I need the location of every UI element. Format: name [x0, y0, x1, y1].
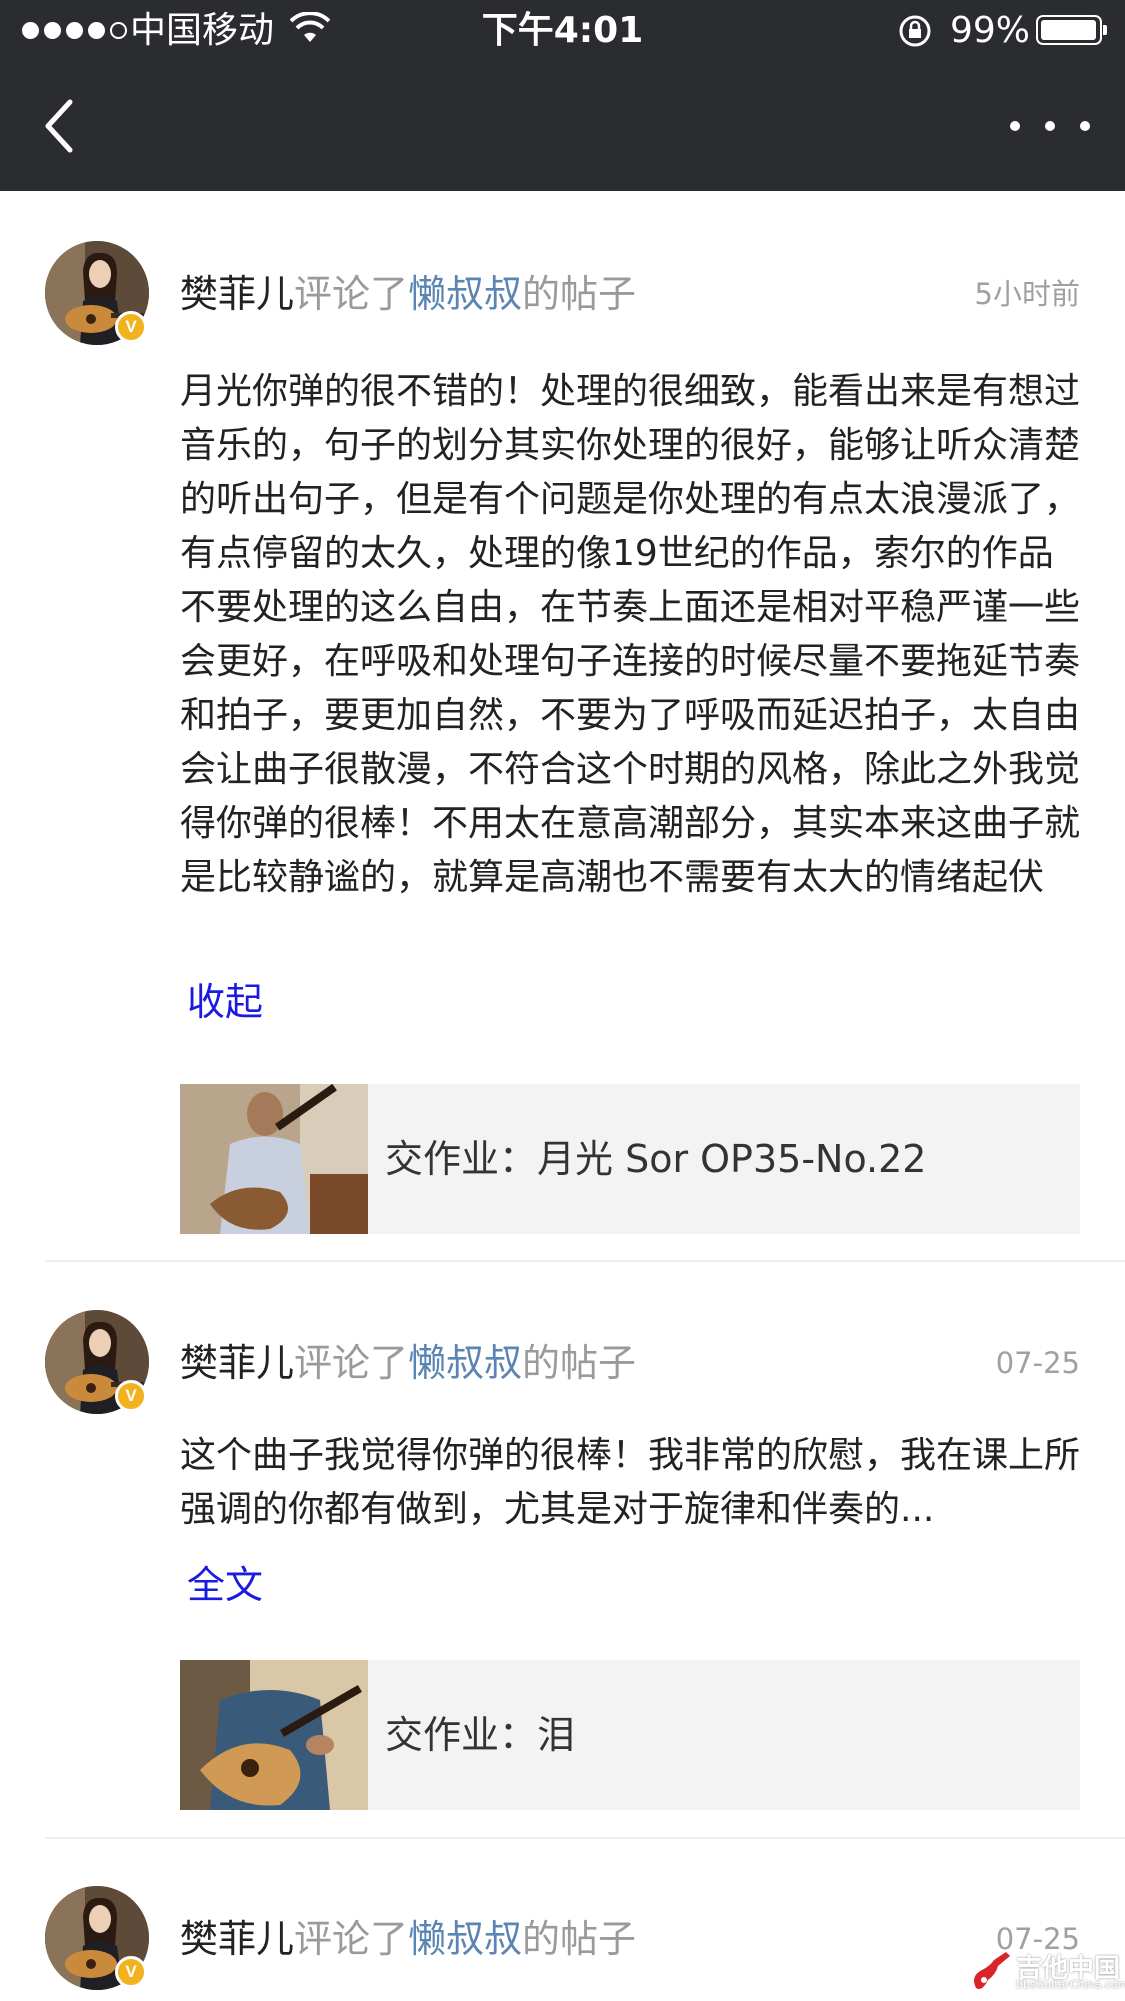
- more-dots-icon[interactable]: [1010, 114, 1090, 138]
- action-text: 评论了: [294, 1341, 409, 1385]
- suffix-text: 的帖子: [522, 1341, 637, 1385]
- comment-header: 樊菲儿评论了懒叔叔的帖子: [180, 1914, 636, 1964]
- comment-time: 5小时前: [974, 277, 1080, 311]
- post-author-link[interactable]: 懒叔叔: [408, 1917, 522, 1961]
- comment-item: V 樊菲儿评论了懒叔叔的帖子 07-25: [0, 1838, 1125, 2001]
- comment-item: V 樊菲儿评论了懒叔叔的帖子 07-25 这个曲子我觉得你弹的很棒！我非常的欣慰…: [0, 1262, 1125, 1839]
- comment-text: 这个曲子我觉得你弹的很棒！我非常的欣慰，我在课上所强调的你都有做到，尤其是对于旋…: [180, 1435, 1081, 1530]
- comment-header: 樊菲儿评论了懒叔叔的帖子: [180, 269, 636, 319]
- watermark-logo: 吉他中国 bbsGuitarChina.com: [968, 1948, 1125, 1996]
- post-author-link[interactable]: 懒叔叔: [408, 1341, 522, 1385]
- commenter-name[interactable]: 樊菲儿: [180, 1917, 294, 1961]
- rotation-lock-icon: [899, 15, 931, 47]
- status-bar: 中国移动 下午4:01 99%: [0, 0, 1125, 62]
- battery-percent: 99%: [950, 10, 1031, 51]
- comment-item: V 樊菲儿评论了懒叔叔的帖子 5小时前 月光你弹的很不错的！处理的很细致，能看出…: [0, 191, 1125, 1262]
- guitar-logo-icon: [974, 1952, 1010, 1989]
- top-bar: 中国移动 下午4:01 99%: [0, 0, 1125, 191]
- suffix-text: 的帖子: [522, 1917, 637, 1961]
- verified-badge-icon: V: [115, 1380, 147, 1412]
- post-thumbnail: [180, 1084, 368, 1234]
- post-author-link[interactable]: 懒叔叔: [408, 272, 522, 316]
- post-title: 交作业：泪: [385, 1713, 576, 1757]
- comment-text: 月光你弹的很不错的！处理的很细致，能看出来是有想过音乐的，句子的划分其实你处理的…: [180, 371, 1081, 898]
- comment-header: 樊菲儿评论了懒叔叔的帖子: [180, 1338, 636, 1388]
- comment-time: 07-25: [995, 1346, 1080, 1380]
- verified-badge-icon: V: [115, 1956, 147, 1988]
- post-card[interactable]: 交作业：月光 Sor OP35-No.22: [180, 1084, 1080, 1234]
- watermark-subtext: bbsGuitarChina.com: [1016, 1978, 1125, 1991]
- commenter-name[interactable]: 樊菲儿: [180, 272, 294, 316]
- post-title: 交作业：月光 Sor OP35-No.22: [385, 1137, 927, 1181]
- chevron-left-icon[interactable]: [40, 98, 80, 154]
- suffix-text: 的帖子: [522, 272, 637, 316]
- expand-link[interactable]: 全文: [187, 1560, 263, 1610]
- collapse-link[interactable]: 收起: [187, 977, 263, 1027]
- verified-badge-icon: V: [115, 311, 147, 343]
- action-text: 评论了: [294, 272, 409, 316]
- action-text: 评论了: [294, 1917, 409, 1961]
- post-card[interactable]: 交作业：泪: [180, 1660, 1080, 1810]
- battery-icon: [1036, 15, 1107, 45]
- post-thumbnail: [180, 1660, 368, 1810]
- commenter-name[interactable]: 樊菲儿: [180, 1341, 294, 1385]
